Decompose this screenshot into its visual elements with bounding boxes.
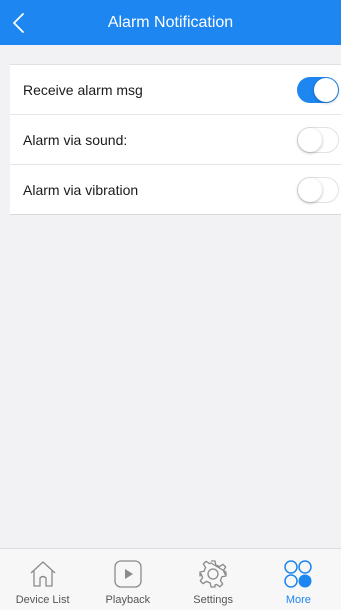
gear-icon <box>199 560 227 588</box>
setting-row-alarm-vibration: Alarm via vibration <box>10 164 341 214</box>
setting-label: Alarm via sound: <box>23 131 128 148</box>
tab-label: Playback <box>105 594 151 606</box>
tab-bar: Device List Playback Settings More <box>0 548 341 610</box>
alarm-sound-toggle[interactable] <box>297 126 339 153</box>
receive-alarm-toggle[interactable] <box>297 76 339 103</box>
setting-label: Alarm via vibration <box>23 181 139 198</box>
tab-label: More <box>285 594 311 606</box>
tab-playback[interactable]: Playback <box>85 549 170 610</box>
tab-settings[interactable]: Settings <box>171 549 256 610</box>
setting-row-alarm-sound: Alarm via sound: <box>10 114 341 164</box>
settings-list: Receive alarm msg Alarm via sound: Alarm… <box>10 64 341 215</box>
tab-label: Settings <box>193 594 233 606</box>
more-icon <box>284 560 313 588</box>
home-icon <box>30 561 56 587</box>
play-icon <box>114 560 142 588</box>
tab-device-list[interactable]: Device List <box>0 549 85 610</box>
toggle-knob <box>298 177 322 202</box>
alarm-vibration-toggle[interactable] <box>297 176 339 203</box>
setting-row-receive-alarm: Receive alarm msg <box>10 65 341 114</box>
toggle-knob <box>298 127 322 152</box>
tab-more[interactable]: More <box>256 549 341 610</box>
page-title: Alarm Notification <box>107 14 234 31</box>
nav-bar: Alarm Notification <box>0 0 341 45</box>
setting-label: Receive alarm msg <box>23 81 143 98</box>
tab-label: Device List <box>15 594 70 606</box>
toggle-knob <box>314 77 338 102</box>
